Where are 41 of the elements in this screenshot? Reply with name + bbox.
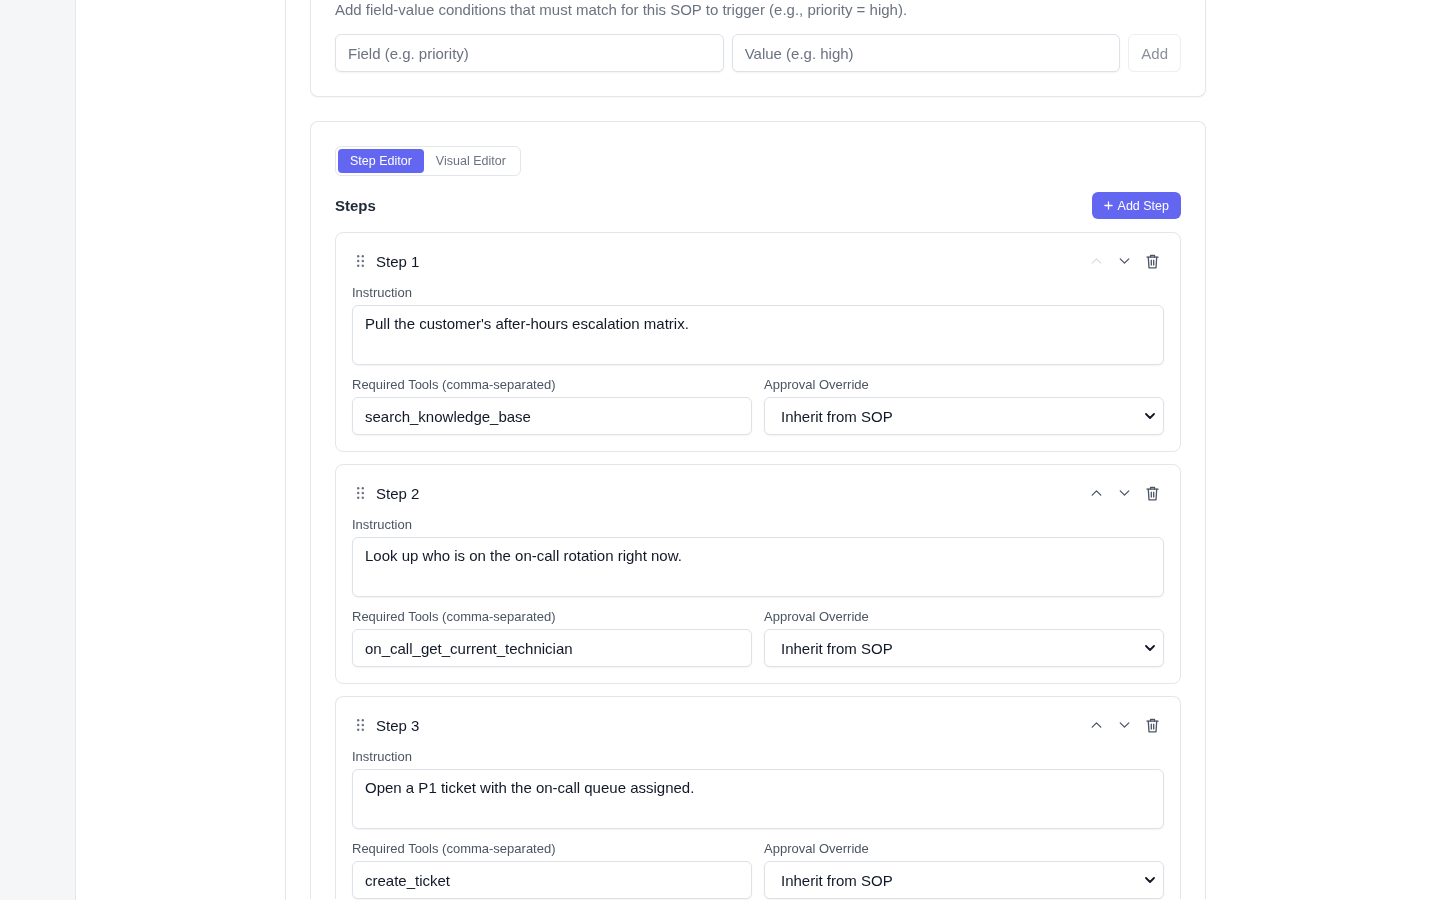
trash-icon [1145, 717, 1159, 733]
field-input[interactable]: Field (e.g. priority) [335, 34, 724, 72]
chevron-down-icon [1145, 645, 1155, 651]
field-label: Approval Override [764, 609, 870, 625]
step-title: Step 3 [376, 716, 420, 734]
field-label: Instruction [352, 285, 413, 301]
approval-select[interactable]: Inherit from SOP [764, 861, 1164, 899]
chevron-down-icon [1145, 413, 1155, 419]
trash-icon [1145, 253, 1159, 269]
field-label: Required Tools (comma-separated) [352, 377, 557, 393]
drag-handle-icon [357, 255, 364, 267]
instruction-field[interactable]: Pull the customer's after-hours escalation matrix. [352, 305, 1164, 365]
step-title: Step 2 [376, 484, 420, 502]
editor-tab[interactable]: Visual Editor [423, 149, 518, 173]
trash-icon [1145, 485, 1159, 501]
drag-handle-icon [357, 487, 364, 499]
tools-input[interactable]: search_knowledge_base [352, 397, 752, 435]
chevron-down-icon [1145, 877, 1155, 883]
steps-heading: Steps [335, 197, 376, 214]
conditions-description: Add field-value conditions that must match for this SOP to trigger (e.g., priority = high). [335, 0, 909, 19]
approval-select[interactable]: Inherit from SOP [764, 397, 1164, 435]
drag-handle-icon [357, 719, 364, 731]
field-label: Instruction [352, 517, 413, 533]
instruction-field[interactable]: Open a P1 ticket with the on-call queue assigned. [352, 769, 1164, 829]
field-label: Approval Override [764, 841, 870, 857]
value-input[interactable]: Value (e.g. high) [731, 34, 1121, 72]
editor-tab[interactable]: Step Editor [338, 149, 424, 173]
field-label: Approval Override [764, 377, 870, 393]
instruction-field[interactable]: Look up who is on the on-call rotation right now. [352, 537, 1164, 597]
field-label: Required Tools (comma-separated) [352, 841, 557, 857]
step-title: Step 1 [376, 252, 420, 270]
plus-icon [1103, 201, 1113, 210]
approval-select[interactable]: Inherit from SOP [764, 629, 1164, 667]
chevron-down-icon [1118, 722, 1130, 728]
tools-input[interactable]: create_ticket [352, 861, 752, 899]
field-label: Instruction [352, 749, 413, 765]
chevron-down-icon [1118, 258, 1130, 264]
field-label: Required Tools (comma-separated) [352, 609, 557, 625]
chevron-down-icon [1118, 490, 1130, 496]
tools-input[interactable]: on_call_get_current_technician [352, 629, 752, 667]
add-step-button[interactable]: Add Step [1091, 192, 1181, 219]
